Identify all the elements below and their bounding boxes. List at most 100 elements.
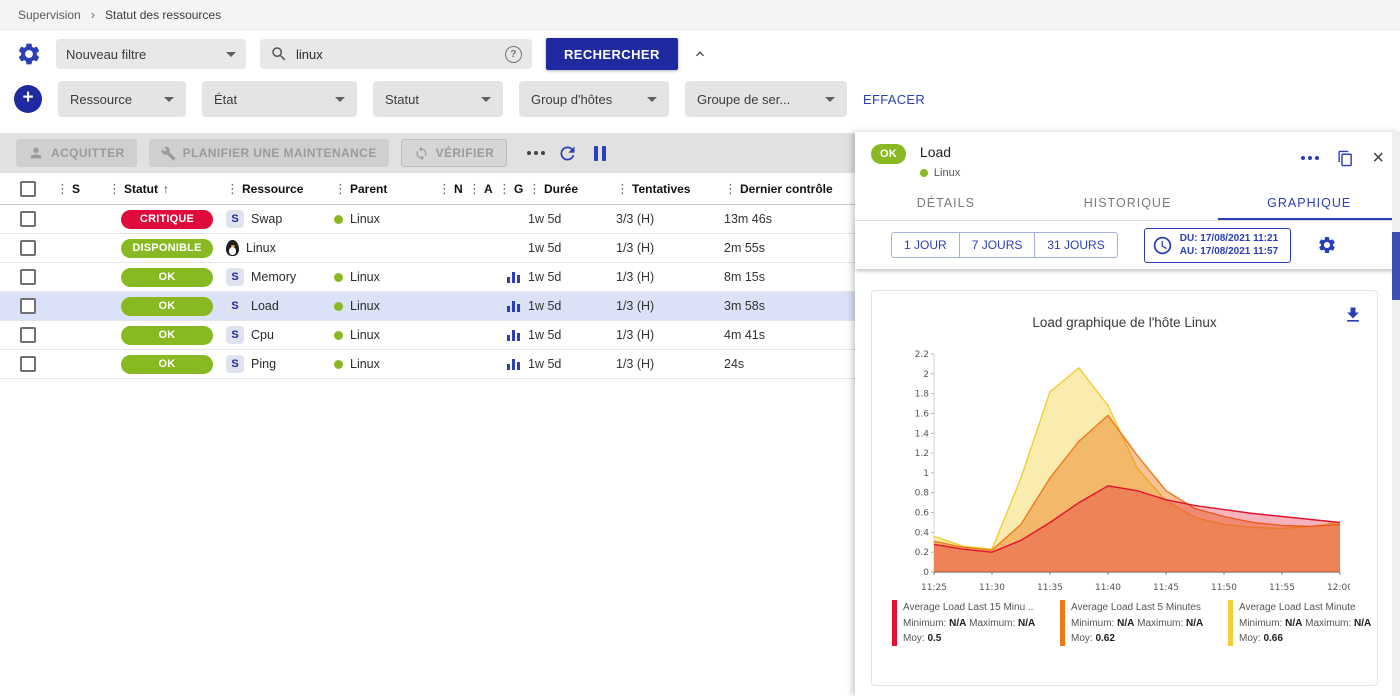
range-button-1-jour[interactable]: 1 JOUR bbox=[891, 232, 960, 258]
criteria-select-group-d-hotes[interactable]: Group d'hôtes bbox=[519, 81, 669, 117]
table-row[interactable]: DISPONIBLELinux1w 5d1/3 (H)2m 55s bbox=[0, 234, 855, 263]
resource-name[interactable]: Swap bbox=[251, 212, 282, 226]
row-checkbox[interactable] bbox=[20, 327, 36, 343]
header-cell-last_check[interactable]: ⋮Dernier contrôle bbox=[724, 173, 855, 204]
parent-name[interactable]: Linux bbox=[350, 328, 380, 342]
criteria-select-statut[interactable]: Statut bbox=[373, 81, 503, 117]
tab-details[interactable]: DÉTAILS bbox=[855, 185, 1037, 220]
criteria-select-groupe-de-ser[interactable]: Groupe de ser... bbox=[685, 81, 847, 117]
drag-handle-icon[interactable]: ⋮ bbox=[724, 181, 737, 197]
filters-gear-icon[interactable] bbox=[16, 41, 42, 67]
table-row[interactable]: OKSMemoryLinux1w 5d1/3 (H)8m 15s bbox=[0, 263, 855, 292]
header-cell-resource[interactable]: ⋮Ressource bbox=[226, 173, 334, 204]
graph-bar bbox=[507, 306, 510, 312]
cell-last-check: 8m 15s bbox=[724, 263, 855, 291]
acknowledge-button[interactable]: ACQUITTER bbox=[16, 139, 137, 167]
header-cell-severity[interactable]: ⋮S bbox=[56, 173, 108, 204]
more-actions-icon[interactable] bbox=[527, 151, 545, 155]
host-status-dot bbox=[334, 273, 343, 282]
criteria-select-etat[interactable]: État bbox=[202, 81, 357, 117]
header-cell-action[interactable]: ⋮A bbox=[468, 173, 498, 204]
graph-icon[interactable] bbox=[507, 272, 520, 283]
resource-name[interactable]: Linux bbox=[246, 241, 276, 255]
header-cell-duration[interactable]: ⋮Durée bbox=[528, 173, 616, 204]
add-criteria-button[interactable]: + bbox=[14, 85, 42, 113]
graph-icon[interactable] bbox=[507, 359, 520, 370]
tab-historique[interactable]: HISTORIQUE bbox=[1037, 185, 1219, 220]
drag-handle-icon[interactable]: ⋮ bbox=[498, 181, 511, 197]
tab-graphique[interactable]: GRAPHIQUE bbox=[1218, 185, 1400, 220]
cell-notes bbox=[438, 321, 468, 349]
pause-icon[interactable] bbox=[594, 146, 606, 161]
parent-name[interactable]: Linux bbox=[350, 212, 380, 226]
breadcrumb-item-supervision[interactable]: Supervision bbox=[18, 8, 81, 22]
table-row[interactable]: OKSCpuLinux1w 5d1/3 (H)4m 41s bbox=[0, 321, 855, 350]
select-all-checkbox[interactable] bbox=[20, 181, 36, 197]
help-icon[interactable]: ? bbox=[505, 46, 522, 63]
graph-icon[interactable] bbox=[507, 301, 520, 312]
criteria-select-ressource[interactable]: Ressource bbox=[58, 81, 186, 117]
drag-handle-icon[interactable]: ⋮ bbox=[528, 181, 541, 197]
drag-handle-icon[interactable]: ⋮ bbox=[56, 181, 69, 197]
copy-link-icon[interactable] bbox=[1337, 150, 1354, 167]
search-input[interactable] bbox=[296, 47, 497, 62]
parent-name[interactable]: Linux bbox=[350, 270, 380, 284]
cell-action bbox=[468, 205, 498, 233]
search-filter-row: Nouveau filtre ? RECHERCHER bbox=[0, 38, 708, 70]
drag-handle-icon[interactable]: ⋮ bbox=[334, 181, 347, 197]
row-checkbox[interactable] bbox=[20, 269, 36, 285]
breadcrumb: Supervision›Statut des ressources bbox=[0, 0, 1400, 30]
graph-bar bbox=[512, 330, 515, 341]
graph-icon[interactable] bbox=[507, 330, 520, 341]
graph-settings-gear-icon[interactable] bbox=[1317, 235, 1337, 255]
drag-handle-icon[interactable]: ⋮ bbox=[438, 181, 451, 197]
table-row[interactable]: OKSPingLinux1w 5d1/3 (H)24s bbox=[0, 350, 855, 379]
cell-severity bbox=[56, 321, 108, 349]
download-icon[interactable] bbox=[1343, 305, 1363, 330]
drag-handle-icon[interactable]: ⋮ bbox=[468, 181, 481, 197]
drag-handle-icon[interactable]: ⋮ bbox=[108, 181, 121, 197]
clear-filters-button[interactable]: EFFACER bbox=[863, 92, 925, 107]
resource-name[interactable]: Memory bbox=[251, 270, 296, 284]
chevron-down-icon bbox=[647, 97, 657, 102]
table-row[interactable]: CRITIQUESSwapLinux1w 5d3/3 (H)13m 46s bbox=[0, 205, 855, 234]
date-range-picker[interactable]: DU: 17/08/2021 11:21 AU: 17/08/2021 11:5… bbox=[1144, 228, 1291, 263]
panel-more-icon[interactable] bbox=[1301, 156, 1319, 160]
row-checkbox[interactable] bbox=[20, 298, 36, 314]
resource-name[interactable]: Cpu bbox=[251, 328, 274, 342]
scrollbar-thumb[interactable] bbox=[1392, 232, 1400, 300]
collapse-chevron-up-icon[interactable] bbox=[692, 46, 708, 62]
row-checkbox[interactable] bbox=[20, 356, 36, 372]
parent-name[interactable]: Linux bbox=[350, 299, 380, 313]
svg-text:0.6: 0.6 bbox=[914, 509, 929, 519]
graph-bar bbox=[517, 362, 520, 370]
legend-item[interactable]: Average Load Last MinuteMinimum: N/A Max… bbox=[1228, 600, 1386, 647]
close-panel-icon[interactable]: × bbox=[1372, 148, 1384, 168]
table-row[interactable]: OKSLoadLinux1w 5d1/3 (H)3m 58s bbox=[0, 292, 855, 321]
refresh-icon[interactable] bbox=[557, 143, 578, 164]
drag-handle-icon[interactable]: ⋮ bbox=[616, 181, 629, 197]
header-cell-status[interactable]: ⋮Statut↑ bbox=[108, 173, 226, 204]
svg-text:11:45: 11:45 bbox=[1153, 583, 1179, 593]
range-button-7-jours[interactable]: 7 JOURS bbox=[959, 232, 1036, 258]
saved-filter-select[interactable]: Nouveau filtre bbox=[56, 39, 246, 69]
header-cell-notes[interactable]: ⋮N bbox=[438, 173, 468, 204]
drag-handle-icon[interactable]: ⋮ bbox=[226, 181, 239, 197]
panel-scrollbar[interactable] bbox=[1392, 132, 1400, 696]
header-cell-parent[interactable]: ⋮Parent bbox=[334, 173, 438, 204]
header-cell-tries[interactable]: ⋮Tentatives bbox=[616, 173, 724, 204]
legend-item[interactable]: Average Load Last 15 Minu ..Minimum: N/A… bbox=[892, 600, 1050, 647]
breadcrumb-item-statut-des-ressources[interactable]: Statut des ressources bbox=[105, 8, 221, 22]
range-button-31-jours[interactable]: 31 JOURS bbox=[1034, 232, 1117, 258]
downtime-button[interactable]: PLANIFIER UNE MAINTENANCE bbox=[149, 139, 389, 167]
check-button[interactable]: VÉRIFIER bbox=[401, 139, 508, 167]
search-button[interactable]: RECHERCHER bbox=[546, 38, 678, 70]
row-checkbox[interactable] bbox=[20, 211, 36, 227]
legend-item[interactable]: Average Load Last 5 MinutesMinimum: N/A … bbox=[1060, 600, 1218, 647]
resource-name[interactable]: Load bbox=[251, 299, 279, 313]
parent-name[interactable]: Linux bbox=[350, 357, 380, 371]
row-checkbox[interactable] bbox=[20, 240, 36, 256]
header-cell-graph[interactable]: ⋮G bbox=[498, 173, 528, 204]
resource-name[interactable]: Ping bbox=[251, 357, 276, 371]
svg-text:0.8: 0.8 bbox=[914, 489, 929, 499]
